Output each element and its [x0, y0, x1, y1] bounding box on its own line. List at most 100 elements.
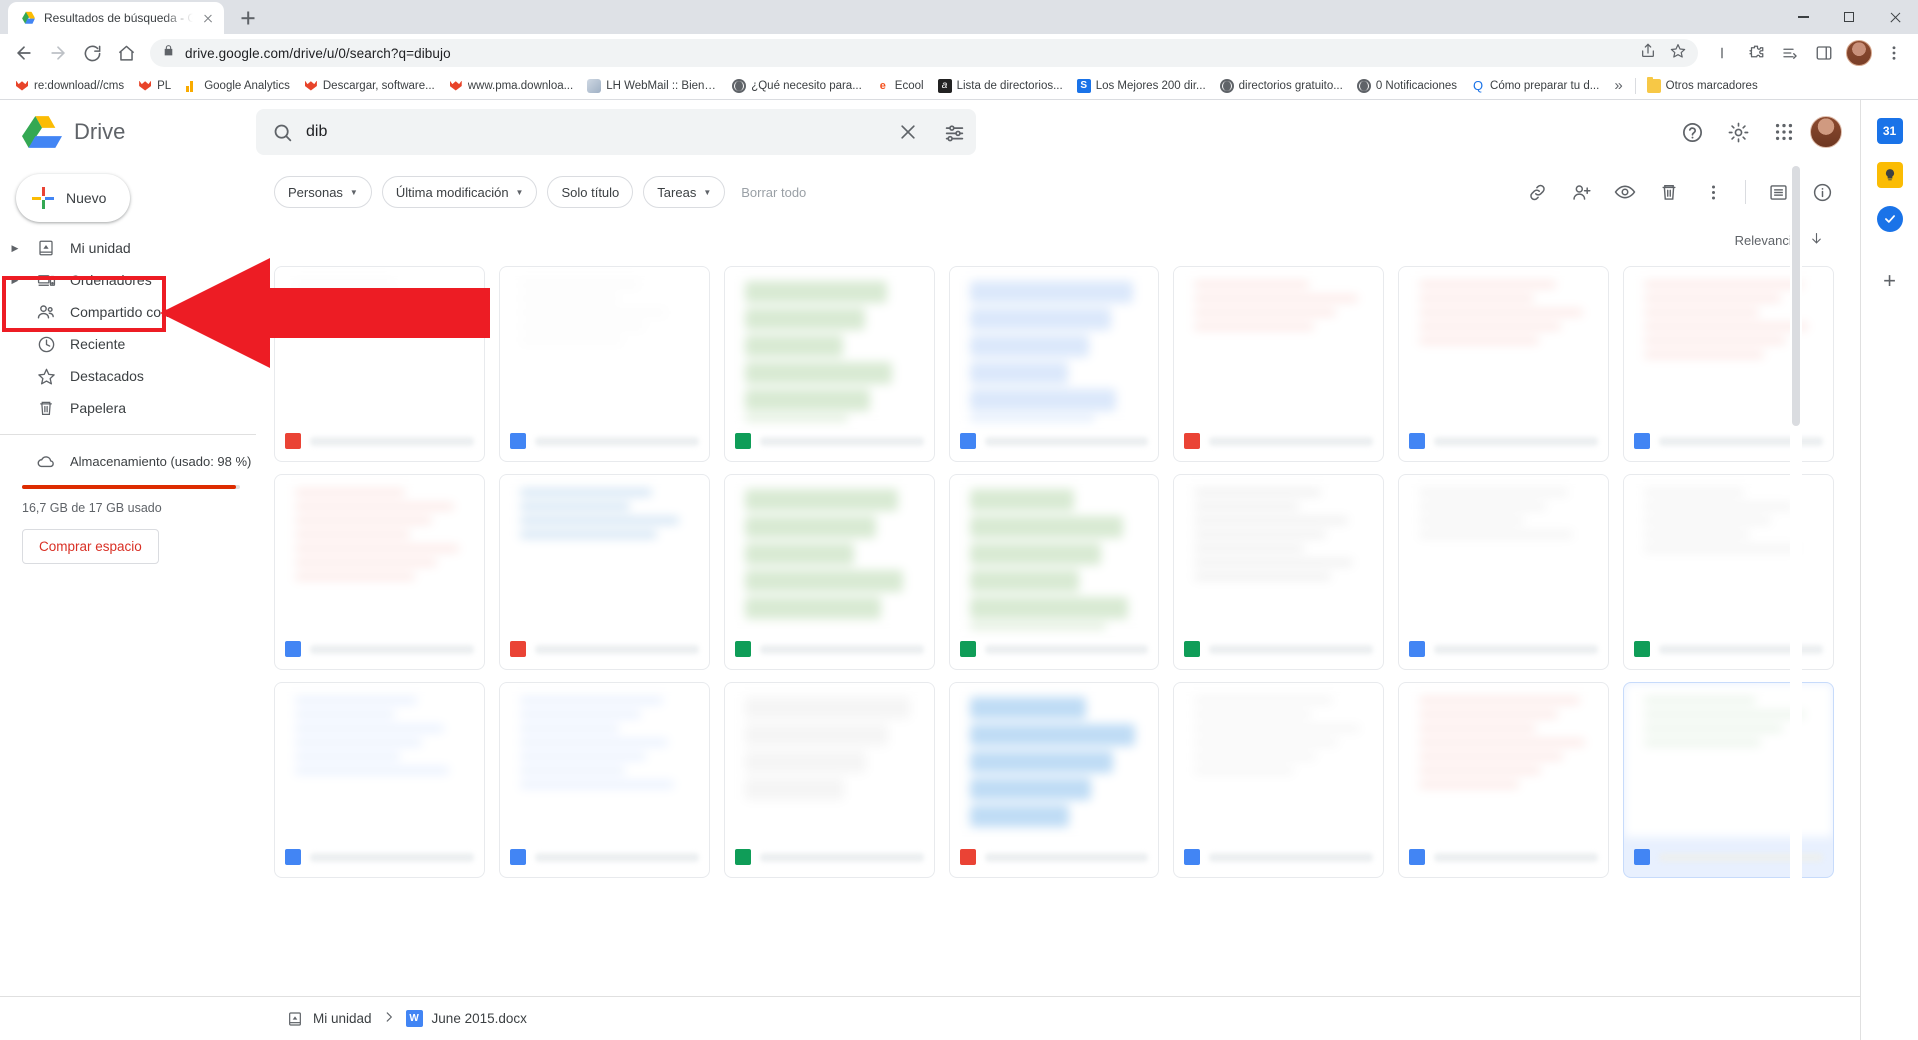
file-card[interactable] [274, 474, 485, 670]
bookmark-label: Cómo preparar tu d... [1490, 79, 1600, 92]
share-icon[interactable] [1640, 43, 1656, 64]
close-window-icon[interactable] [1872, 0, 1918, 34]
search-query-text[interactable]: dib [306, 123, 884, 141]
extensions-puzzle-icon[interactable] [1740, 37, 1772, 69]
google-calendar-icon[interactable]: 31 [1876, 118, 1903, 144]
file-grid-scroll[interactable] [256, 260, 1860, 996]
filter-chip-ultima-modificacion[interactable]: Última modificación ▼ [381, 176, 538, 208]
breadcrumb-current[interactable]: W June 2015.docx [405, 1010, 527, 1027]
sidebar-item-papelera[interactable]: ▶ Papelera [0, 392, 256, 424]
bookmark-star-icon[interactable] [1670, 43, 1686, 64]
bookmark-item[interactable]: ¿Qué necesito para... [725, 76, 869, 96]
home-icon[interactable] [110, 37, 142, 69]
side-panel-icon[interactable] [1808, 37, 1840, 69]
file-thumbnail [499, 683, 709, 837]
preview-eye-icon[interactable] [1605, 172, 1645, 212]
details-info-icon[interactable] [1802, 172, 1842, 212]
account-avatar[interactable] [1810, 116, 1842, 148]
filter-chip-personas[interactable]: Personas ▼ [274, 176, 372, 208]
clear-icon[interactable] [896, 120, 920, 144]
file-card[interactable] [274, 682, 485, 878]
bookmark-item[interactable]: LH WebMail :: Bienv... [580, 76, 725, 96]
file-card[interactable] [1173, 266, 1385, 462]
bookmark-item[interactable]: PL [131, 76, 178, 96]
file-card[interactable] [723, 266, 935, 462]
link-icon[interactable] [1517, 172, 1557, 212]
file-thumbnail [499, 475, 709, 629]
file-card[interactable] [1398, 266, 1610, 462]
file-card[interactable] [723, 474, 935, 670]
file-name-redacted [1434, 644, 1599, 654]
reload-icon[interactable] [76, 37, 108, 69]
bookmark-item[interactable]: Descargar, software... [297, 76, 442, 96]
drive-brand[interactable]: Drive [0, 114, 256, 150]
browser-tab[interactable]: Resultados de búsqueda - Googl [8, 2, 224, 34]
google-tasks-icon[interactable] [1876, 206, 1903, 232]
file-card[interactable] [1398, 682, 1610, 878]
identity-icon[interactable] [1706, 37, 1738, 69]
new-tab-button[interactable] [234, 4, 262, 32]
bookmark-item[interactable]: re:download//cms [8, 76, 131, 96]
chevron-right-icon[interactable]: ▶ [8, 243, 22, 254]
add-addon-icon[interactable]: + [1883, 268, 1896, 294]
forward-icon[interactable] [42, 37, 74, 69]
my-drive-icon [286, 1010, 304, 1028]
file-card[interactable] [1173, 474, 1385, 670]
breadcrumb-root[interactable]: Mi unidad [286, 1010, 372, 1028]
file-thumbnail [949, 475, 1159, 629]
maximize-icon[interactable] [1826, 0, 1872, 34]
address-bar[interactable]: drive.google.com/drive/u/0/search?q=dibu… [150, 39, 1698, 67]
file-card[interactable] [948, 474, 1160, 670]
apps-grid-icon[interactable] [1764, 112, 1804, 152]
add-person-icon[interactable] [1561, 172, 1601, 212]
bookmark-item[interactable]: S Los Mejores 200 dir... [1070, 76, 1213, 96]
filter-chip-solo-titulo[interactable]: Solo título [547, 176, 634, 208]
file-card[interactable] [1623, 682, 1834, 878]
file-card[interactable] [948, 682, 1160, 878]
file-card-footer [950, 837, 1159, 877]
file-card[interactable] [948, 266, 1160, 462]
file-type-icon [734, 849, 751, 865]
storage-row[interactable]: ▶ Almacenamiento (usado: 98 %) [0, 445, 256, 477]
file-card[interactable] [723, 682, 935, 878]
file-card[interactable] [498, 266, 710, 462]
vertical-scrollbar[interactable] [1790, 164, 1802, 996]
breadcrumb: Mi unidad W June 2015.docx [0, 996, 1860, 1040]
file-card[interactable] [1173, 682, 1385, 878]
new-button[interactable]: Nuevo [16, 174, 131, 222]
clock-icon [36, 334, 56, 354]
gear-icon[interactable] [1718, 112, 1758, 152]
bookmark-item[interactable]: Google Analytics [178, 76, 297, 96]
bookmark-item[interactable]: Q Cómo preparar tu d... [1464, 76, 1606, 96]
search-input[interactable]: dib [256, 109, 976, 155]
bookmark-item[interactable]: www.pma.downloa... [442, 76, 580, 96]
file-card[interactable] [1398, 474, 1610, 670]
help-icon[interactable] [1672, 112, 1712, 152]
more-vert-icon[interactable] [1693, 172, 1733, 212]
minimize-icon[interactable] [1780, 0, 1826, 34]
bookmark-item[interactable]: directorios gratuito... [1213, 76, 1350, 96]
bookmark-item[interactable]: 0 Notificaciones [1350, 76, 1464, 96]
bookmark-item[interactable]: e Ecool [869, 76, 931, 96]
my-drive-icon [36, 238, 56, 258]
chrome-menu-icon[interactable] [1878, 37, 1910, 69]
file-card[interactable] [498, 682, 710, 878]
file-card[interactable] [498, 474, 710, 670]
bookmarks-overflow-icon[interactable]: » [1606, 77, 1630, 94]
bookmark-item[interactable]: a Lista de directorios... [931, 76, 1070, 96]
search-options-icon[interactable] [942, 120, 966, 144]
google-keep-icon[interactable] [1876, 162, 1903, 188]
reading-list-icon[interactable] [1774, 37, 1806, 69]
buy-storage-button[interactable]: Comprar espacio [22, 529, 159, 564]
back-icon[interactable] [8, 37, 40, 69]
filter-chip-tareas[interactable]: Tareas ▼ [643, 176, 726, 208]
file-card[interactable] [1623, 474, 1834, 670]
close-tab-icon[interactable] [200, 10, 216, 26]
other-bookmarks-folder[interactable]: Otros marcadores [1640, 76, 1765, 96]
file-card-footer [1399, 629, 1608, 669]
profile-avatar[interactable] [1846, 40, 1872, 66]
file-card[interactable] [1623, 266, 1834, 462]
trash-icon[interactable] [1649, 172, 1689, 212]
sort-control[interactable]: Relevancia [1735, 231, 1824, 249]
clear-all-filters-button[interactable]: Borrar todo [735, 176, 813, 208]
